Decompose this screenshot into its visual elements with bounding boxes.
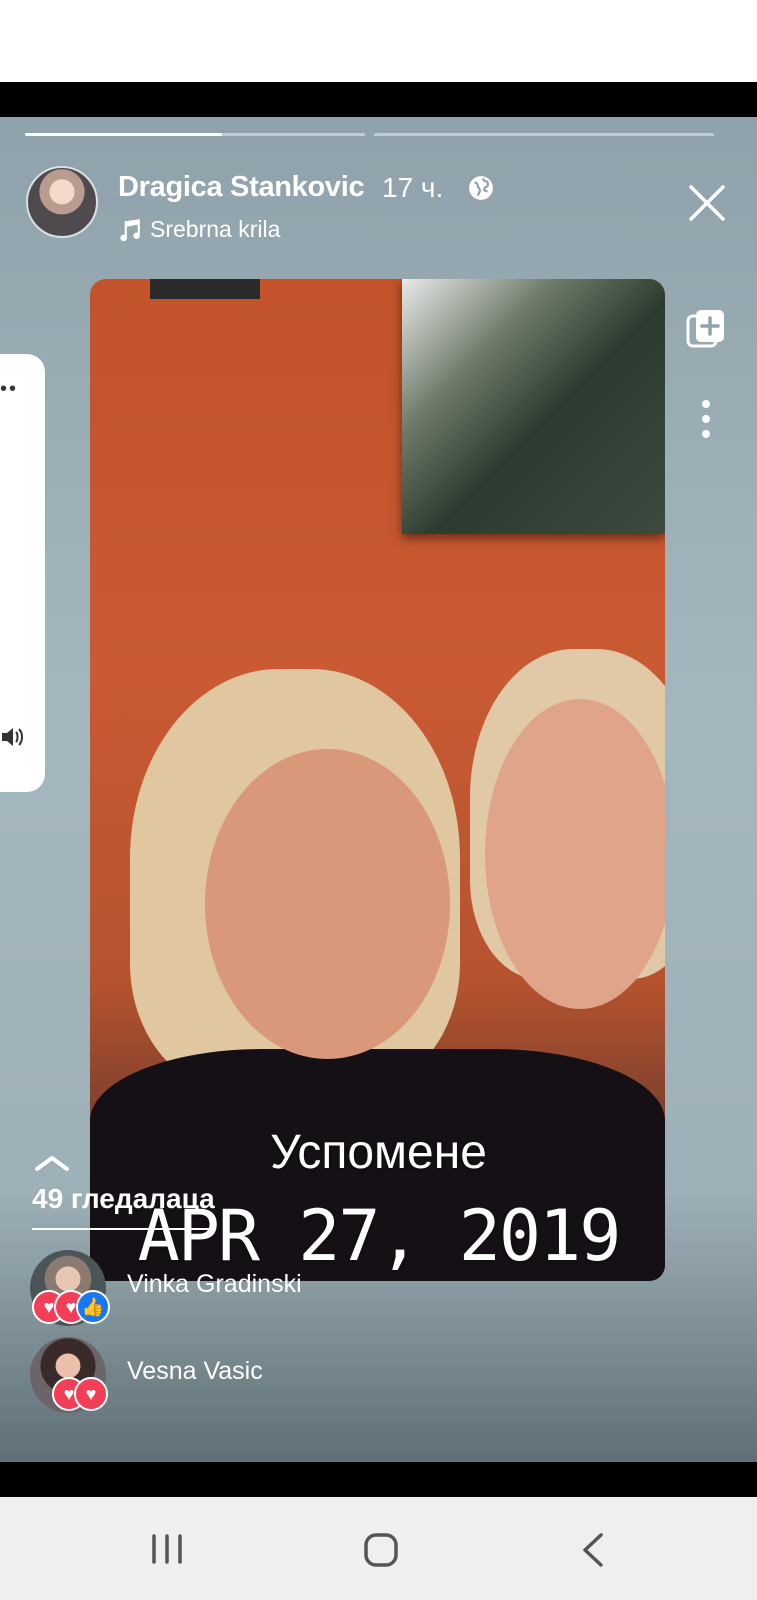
- sound-icon: [2, 728, 23, 746]
- recents-icon[interactable]: [150, 1534, 184, 1564]
- back-icon[interactable]: [580, 1532, 606, 1568]
- reaction-icons: ♥ ♥ 👍: [32, 1290, 110, 1326]
- story-viewer[interactable]: Dragica Stankovic 17 ч. Srebrna krila ••…: [0, 117, 757, 1462]
- viewer-name: Vesna Vasic: [127, 1357, 263, 1385]
- wall-painting: [402, 279, 665, 534]
- viewer-count[interactable]: 49 гледалаца: [32, 1183, 215, 1215]
- wall-frame: [150, 279, 260, 299]
- person-right-face: [485, 699, 665, 1009]
- close-icon[interactable]: [688, 184, 726, 222]
- globe-icon: [469, 176, 493, 200]
- memories-caption: Успомене: [270, 1126, 487, 1179]
- post-time: 17 ч.: [382, 172, 444, 203]
- viewer-row[interactable]: ♥ ♥ Vesna Vasic: [30, 1337, 530, 1417]
- previous-story-card[interactable]: ••: [0, 354, 45, 792]
- viewer-count-divider: [32, 1228, 214, 1230]
- status-bar-area: [0, 0, 757, 82]
- home-icon[interactable]: [363, 1532, 399, 1568]
- more-options-icon[interactable]: [700, 399, 712, 439]
- person-left-face: [205, 749, 450, 1059]
- system-nav-bar: [0, 1497, 757, 1600]
- chevron-up-icon[interactable]: [34, 1153, 70, 1173]
- bottom-black-bar: [0, 1462, 757, 1497]
- top-black-bar: [0, 82, 757, 117]
- reaction-icons: ♥ ♥: [52, 1377, 108, 1413]
- viewer-name: Vinka Gradinski: [127, 1270, 302, 1298]
- progress-fill: [25, 133, 223, 136]
- like-icon: 👍: [76, 1290, 110, 1324]
- progress-segment-1: [25, 133, 365, 136]
- dots-icon: ••: [0, 378, 19, 400]
- viewer-row[interactable]: ♥ ♥ 👍 Vinka Gradinski: [30, 1250, 530, 1330]
- add-to-story-icon[interactable]: [686, 308, 726, 348]
- music-note-icon: [120, 219, 140, 242]
- progress-segment-2: [374, 133, 714, 136]
- song-title[interactable]: Srebrna krila: [150, 216, 280, 243]
- author-avatar[interactable]: [26, 166, 98, 238]
- author-name[interactable]: Dragica Stankovic: [118, 171, 365, 204]
- care-icon: ♥: [74, 1377, 108, 1411]
